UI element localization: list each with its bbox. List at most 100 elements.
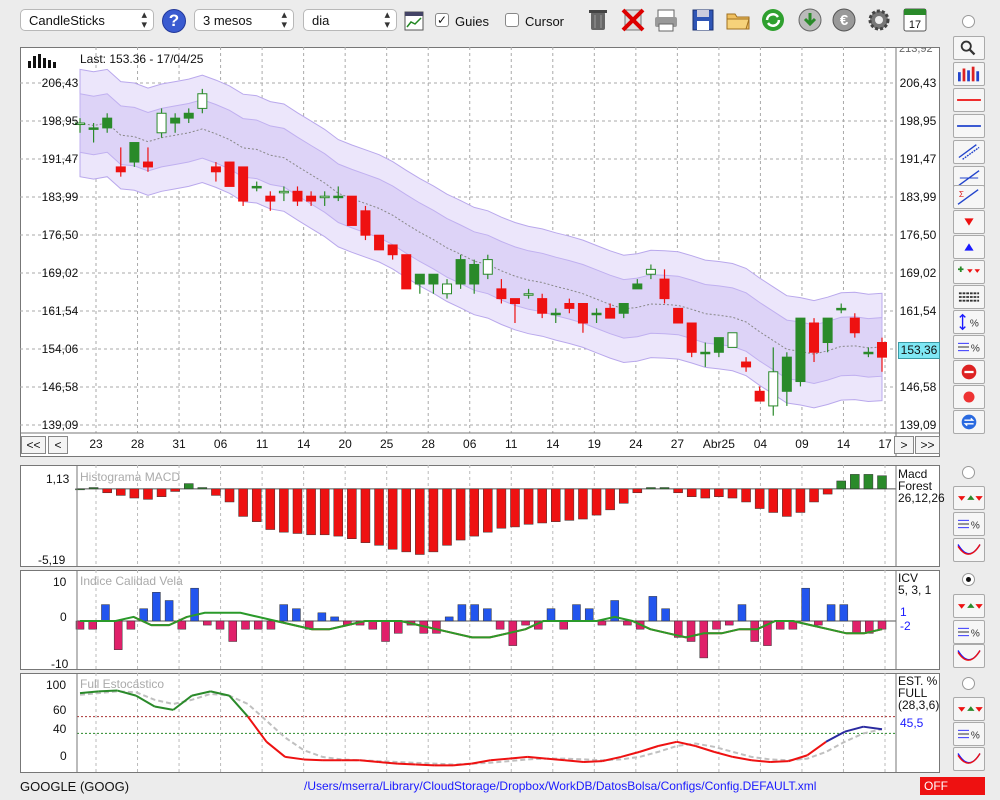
icv-bar (521, 620, 530, 626)
scroll-next-button[interactable]: > (894, 436, 914, 454)
macd-bar (673, 488, 683, 494)
cross-lines-icon[interactable] (953, 538, 985, 562)
candlestick (346, 195, 357, 226)
period-value: 3 mesos (203, 13, 253, 28)
lines-percent-icon[interactable]: % (953, 722, 985, 746)
lines-percent-icon[interactable]: % (953, 620, 985, 644)
download-icon[interactable] (796, 6, 824, 34)
lines-percent-icon[interactable]: % (953, 512, 985, 536)
icv-bar (584, 608, 594, 622)
arrow-down-icon[interactable] (953, 210, 985, 234)
trash-icon[interactable] (584, 6, 612, 34)
zoom-icon[interactable] (953, 36, 985, 60)
chart-icon[interactable] (404, 11, 424, 31)
macd-bar (483, 488, 493, 533)
y-tick-left: 154,06 (42, 342, 79, 356)
y-tick-right: 191,47 (900, 152, 937, 166)
icv-bar (839, 604, 849, 622)
status-off-badge[interactable]: OFF (920, 777, 985, 795)
macd-bar (292, 488, 303, 534)
refresh-icon[interactable] (759, 6, 787, 34)
icv-bar (597, 620, 607, 626)
no-entry-icon[interactable] (953, 360, 985, 384)
delete-icon[interactable] (619, 6, 647, 34)
icv-panel-radio[interactable] (962, 573, 975, 586)
chart-type-select[interactable]: CandleSticks ▴ ▾ (20, 9, 154, 31)
icv-bar (330, 616, 339, 622)
cross-lines-icon[interactable] (953, 747, 985, 771)
macd-y-bottom: -5,19 (38, 553, 66, 567)
y-tick-right: 198,95 (900, 114, 937, 128)
macd-bar (551, 488, 561, 522)
scroll-prev-button[interactable]: < (48, 436, 68, 454)
macd-bar (700, 488, 711, 499)
red-line-icon[interactable] (953, 88, 985, 112)
stochastic-k-segment (303, 758, 323, 762)
x-tick-label: 11 (505, 437, 518, 451)
channel-icon[interactable] (953, 140, 985, 164)
macd-bar (183, 483, 194, 490)
price-chart[interactable]: 206,43 206,43 198,95 198,95 191,47 191,47 183,… (20, 47, 940, 457)
blue-line-icon[interactable] (953, 114, 985, 138)
swap-icon[interactable] (953, 410, 985, 434)
icv-bar (546, 608, 556, 622)
panel-select-radio[interactable] (962, 15, 975, 28)
icv-bar (712, 620, 721, 630)
candlestick (374, 234, 385, 251)
scroll-last-button[interactable]: >> (915, 436, 940, 454)
macd-bar (88, 487, 99, 490)
x-tick-label: 17 (878, 437, 892, 451)
stochastic-k-segment (490, 757, 510, 762)
icv-bar (877, 620, 887, 630)
icv-bar (139, 608, 148, 622)
icv-bar (113, 620, 123, 650)
lines-percent-icon[interactable]: % (953, 335, 985, 359)
scale-percent-icon[interactable]: % (953, 310, 985, 334)
indicator-chart-icon[interactable] (953, 62, 985, 86)
stochastic-k-segment (564, 759, 584, 763)
macd-bar (156, 488, 167, 497)
macd-bar (360, 488, 371, 543)
stochastic-k-segment (247, 716, 268, 743)
macd-bar (523, 488, 534, 525)
signals-toggle-icon[interactable] (953, 697, 985, 721)
candlestick (754, 386, 765, 402)
arrow-up-icon[interactable] (953, 235, 985, 259)
interval-select[interactable]: dia ▴ ▾ (303, 9, 397, 31)
macd-bar (741, 488, 751, 503)
macd-bar (102, 488, 112, 494)
cross-lines-icon[interactable] (953, 644, 985, 668)
icv-bar (152, 592, 161, 622)
stochastic-panel-radio[interactable] (962, 677, 975, 690)
gear-icon[interactable] (865, 6, 893, 34)
stochastic-k-segment (117, 689, 137, 697)
stoch-y-0: 0 (60, 749, 67, 763)
macd-params: 26,12,26 (898, 491, 945, 505)
x-tick-label: 14 (837, 437, 851, 451)
x-tick-label: Abr25 (703, 437, 735, 451)
config-path-link[interactable]: /Users/mserra/Library/CloudStorage/Dropb… (304, 779, 816, 793)
macd-bar (197, 487, 208, 490)
stoch-y-100: 100 (46, 678, 67, 692)
signals-toggle-icon[interactable] (953, 486, 985, 510)
cursor-checkbox[interactable] (505, 13, 519, 27)
signals-icon[interactable] (953, 260, 985, 284)
icv-bar (88, 620, 97, 630)
signals-toggle-icon[interactable] (953, 594, 985, 618)
calendar-icon[interactable]: 17 (901, 6, 929, 34)
help-icon[interactable]: ? (162, 9, 186, 33)
x-tick-label: 25 (380, 437, 394, 451)
grid-lines-icon[interactable] (953, 285, 985, 309)
save-icon[interactable] (689, 6, 717, 34)
record-icon[interactable] (953, 385, 985, 409)
scroll-first-button[interactable]: << (21, 436, 46, 454)
folder-icon[interactable] (724, 6, 752, 34)
guides-checkbox[interactable]: ✓ (435, 13, 449, 27)
icv-bar (292, 608, 301, 622)
currency-icon[interactable]: € (830, 6, 858, 34)
icv-bar (381, 620, 390, 642)
period-select[interactable]: 3 mesos ▴ ▾ (194, 9, 294, 31)
macd-panel-radio[interactable] (962, 466, 975, 479)
print-icon[interactable] (652, 6, 680, 34)
fibonacci-icon[interactable]: Σ (953, 185, 985, 209)
